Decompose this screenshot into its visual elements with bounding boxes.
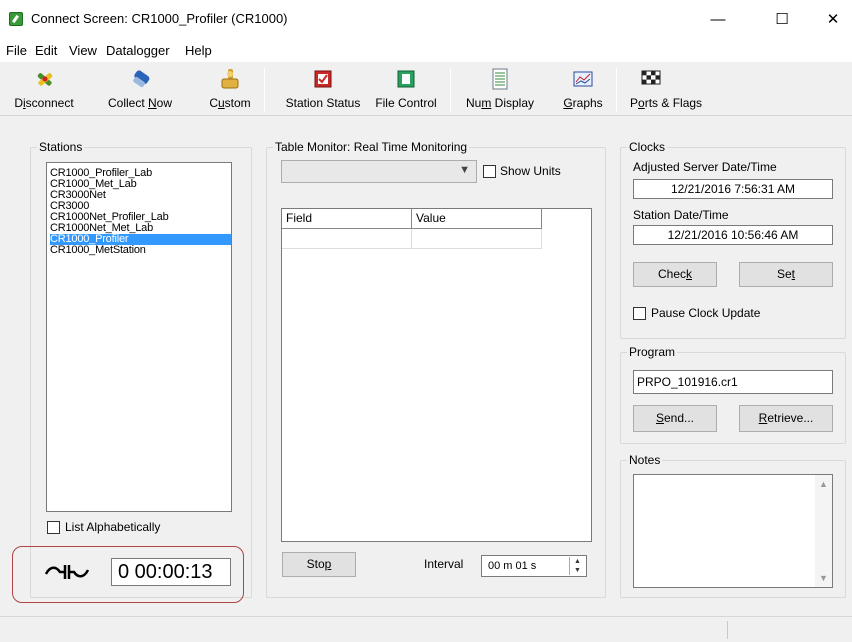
list-alphabetically-checkbox[interactable] [47, 521, 60, 534]
station-item[interactable]: CR1000_MetStation [50, 245, 231, 256]
graphs-button[interactable]: Graphs [560, 62, 606, 116]
collect-now-icon [133, 70, 150, 88]
program-title: Program [627, 345, 678, 359]
show-units-label: Show Units [500, 164, 561, 178]
menu-datalogger[interactable]: Datalogger [106, 43, 170, 58]
program-file-field[interactable]: PRPO_101916.cr1 [633, 370, 833, 394]
maximize-button[interactable]: ☐ [759, 0, 805, 38]
monitor-table[interactable]: Field Value [281, 208, 592, 542]
ports-flags-icon [641, 70, 661, 85]
window-title: Connect Screen: CR1000_Profiler (CR1000) [31, 11, 288, 26]
menu-file[interactable]: File [6, 43, 27, 58]
close-button[interactable]: ✕ [814, 0, 852, 38]
table-cell [412, 229, 542, 249]
scroll-up-icon[interactable]: ▲ [819, 479, 828, 489]
notes-scrollbar[interactable]: ▲ ▼ [815, 475, 832, 587]
chevron-down-icon: ▼ [459, 164, 470, 176]
minimize-button[interactable]: — [695, 0, 741, 38]
table-cell [282, 229, 412, 249]
toolbar-separator [616, 68, 617, 112]
status-divider [727, 621, 728, 639]
server-time-value: 12/21/2016 7:56:31 AM [633, 179, 833, 199]
num-display-button[interactable]: Num Display [462, 62, 538, 116]
notes-title: Notes [627, 453, 663, 467]
column-header-field[interactable]: Field [282, 209, 412, 229]
file-control-button[interactable]: File Control [372, 62, 440, 116]
toolbar-separator [450, 68, 451, 112]
menu-view[interactable]: View [69, 43, 97, 58]
app-icon [9, 12, 23, 26]
table-monitor-title: Table Monitor: Real Time Monitoring [273, 140, 470, 154]
clocks-title: Clocks [627, 140, 668, 154]
disconnect-button[interactable]: Disconnect [14, 62, 74, 116]
connection-status-icon [44, 565, 90, 579]
column-header-value[interactable]: Value [412, 209, 542, 229]
num-display-icon [492, 68, 508, 90]
graphs-icon [573, 71, 593, 87]
send-button[interactable]: Send... [633, 405, 717, 432]
interval-label: Interval [424, 557, 464, 571]
spinner-arrows-icon[interactable]: ▲ ▼ [569, 557, 585, 575]
station-status-icon [314, 70, 332, 88]
stations-title: Stations [37, 140, 85, 154]
stations-list[interactable]: CR1000_Profiler_Lab CR1000_Met_Lab CR300… [46, 162, 232, 512]
collect-now-button[interactable]: Collect Now [100, 62, 180, 116]
custom-button[interactable]: Custom [205, 62, 255, 116]
station-time-value: 12/21/2016 10:56:46 AM [633, 225, 833, 245]
server-time-label: Adjusted Server Date/Time [633, 160, 777, 174]
menu-help[interactable]: Help [185, 43, 212, 58]
notes-textarea[interactable]: ▲ ▼ [633, 474, 833, 588]
interval-spinner[interactable]: 00 m 01 s ▲ ▼ [481, 555, 587, 577]
pause-clock-checkbox[interactable] [633, 307, 646, 320]
retrieve-button[interactable]: Retrieve... [739, 405, 833, 432]
toolbar: Disconnect Collect Now Custom Station St… [0, 62, 852, 116]
custom-icon [221, 69, 239, 89]
title-bar: Connect Screen: CR1000_Profiler (CR1000)… [0, 0, 852, 38]
connection-timer: 0 00:00:13 [111, 558, 231, 586]
set-button[interactable]: Set [739, 262, 833, 287]
check-button[interactable]: Check [633, 262, 717, 287]
disconnect-plug-icon [37, 73, 53, 86]
file-control-icon [397, 70, 415, 88]
table-select-dropdown[interactable]: ▼ [281, 160, 477, 183]
pause-clock-label: Pause Clock Update [651, 306, 761, 320]
toolbar-separator [264, 68, 265, 112]
station-time-label: Station Date/Time [633, 208, 729, 222]
show-units-checkbox[interactable] [483, 165, 496, 178]
interval-value: 00 m 01 s [488, 560, 537, 572]
list-alphabetically-label: List Alphabetically [65, 520, 161, 534]
station-status-button[interactable]: Station Status [280, 62, 366, 116]
status-bar [0, 616, 852, 642]
menu-bar: File Edit View Datalogger Help [0, 38, 852, 62]
stop-button[interactable]: Stop [282, 552, 356, 577]
ports-flags-button[interactable]: Ports & Flags [630, 62, 708, 116]
menu-edit[interactable]: Edit [35, 43, 57, 58]
scroll-down-icon[interactable]: ▼ [819, 573, 828, 583]
